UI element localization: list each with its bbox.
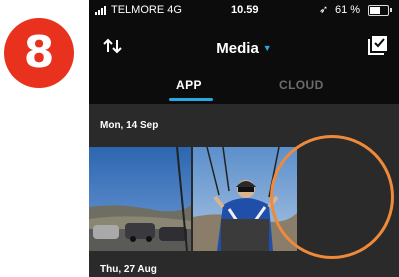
- battery-icon: [368, 5, 389, 16]
- status-time: 10.59: [231, 4, 259, 16]
- active-tab-indicator: [169, 98, 213, 101]
- chevron-down-icon: ▼: [262, 43, 272, 53]
- signal-icon: [95, 6, 106, 15]
- page-title: Media: [216, 40, 259, 57]
- battery-percent: 61 %: [335, 4, 361, 16]
- media-tabs: APP CLOUD: [89, 68, 399, 102]
- status-bar: TELMORE 4G 10.59 ➶ 61 %: [89, 0, 399, 22]
- selection-highlight-circle: [270, 135, 394, 259]
- carrier-text: TELMORE 4G: [111, 4, 182, 16]
- tab-app[interactable]: APP: [176, 78, 202, 92]
- phone-screen: TELMORE 4G 10.59 ➶ 61 % Media ▼ APP CLOUD…: [89, 0, 399, 277]
- location-arrow-icon: ➶: [319, 4, 329, 16]
- tab-cloud[interactable]: CLOUD: [279, 78, 324, 92]
- media-thumbnail[interactable]: [89, 147, 191, 251]
- date-header: Thu, 27 Aug: [100, 264, 157, 275]
- step-number-badge: 8: [4, 18, 74, 88]
- media-dropdown[interactable]: Media ▼: [89, 40, 399, 57]
- checkbox-select-icon[interactable]: [368, 35, 388, 55]
- date-header: Mon, 14 Sep: [100, 120, 159, 131]
